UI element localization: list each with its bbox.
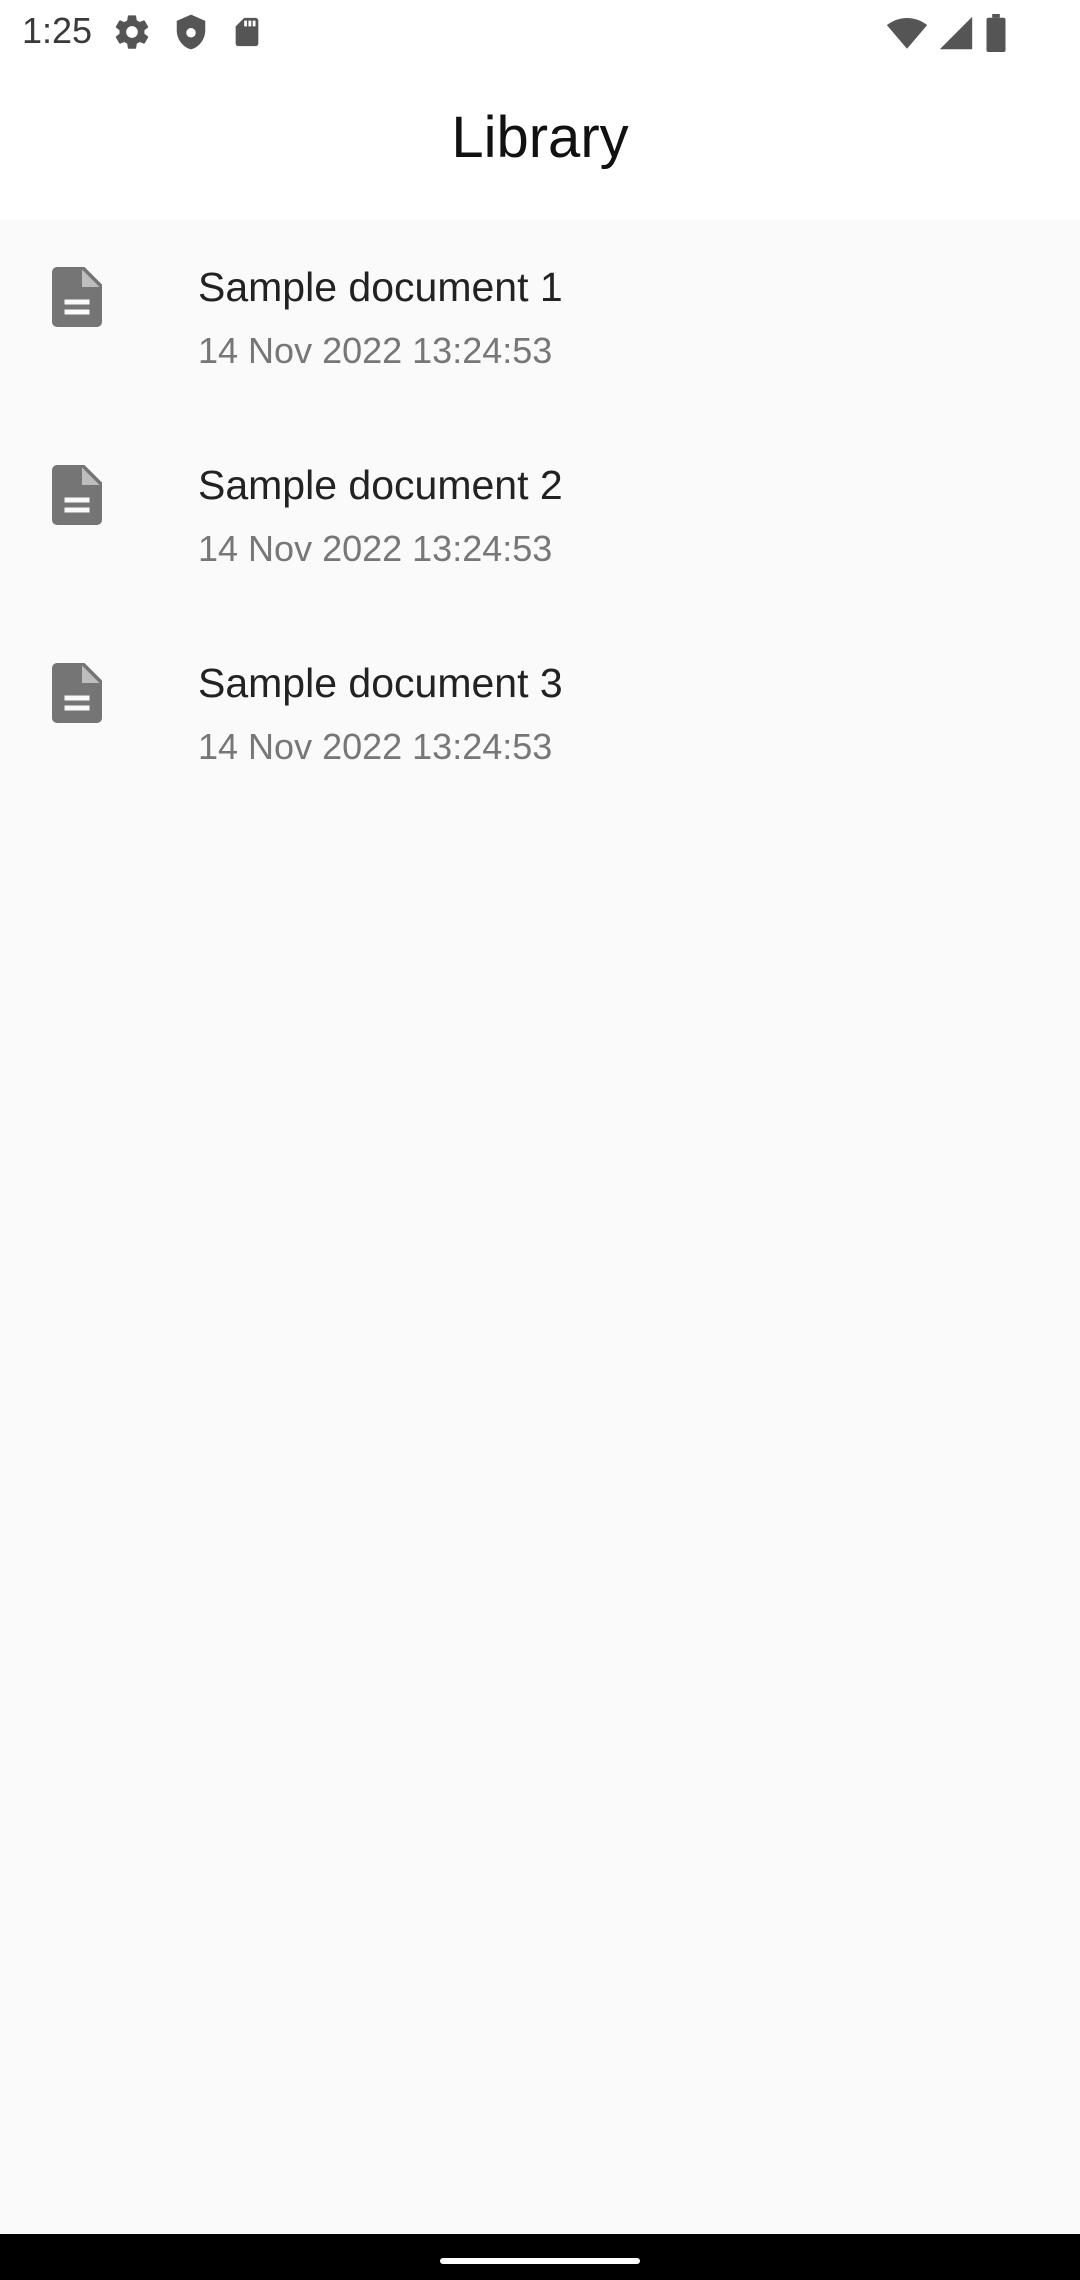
document-title: Sample document 2 [198, 462, 563, 508]
document-title: Sample document 3 [198, 660, 563, 706]
document-list: Sample document 1 14 Nov 2022 13:24:53 S… [0, 220, 1080, 814]
page-title: Library [451, 105, 629, 170]
wifi-icon [886, 17, 928, 49]
document-date: 14 Nov 2022 13:24:53 [198, 330, 553, 371]
navigation-bar [0, 2234, 1080, 2280]
document-icon [52, 267, 102, 327]
document-date: 14 Nov 2022 13:24:53 [198, 726, 553, 767]
home-gesture-handle[interactable] [440, 2258, 640, 2264]
status-left-icons [112, 12, 264, 52]
list-item[interactable]: Sample document 2 14 Nov 2022 13:24:53 [0, 418, 1080, 616]
sd-card-icon [235, 17, 259, 47]
battery-icon [986, 14, 1006, 52]
status-time: 1:25 [22, 10, 93, 51]
document-date: 14 Nov 2022 13:24:53 [198, 528, 553, 569]
list-item[interactable]: Sample document 3 14 Nov 2022 13:24:53 [0, 616, 1080, 814]
shield-icon [176, 14, 206, 50]
document-icon [52, 663, 102, 723]
status-bar: 1:25 [0, 0, 1080, 66]
status-right-icons [886, 14, 1008, 52]
app-bar: Library [0, 66, 1080, 220]
document-icon [52, 465, 102, 525]
signal-icon [939, 16, 973, 50]
document-title: Sample document 1 [198, 264, 563, 310]
list-item[interactable]: Sample document 1 14 Nov 2022 13:24:53 [0, 220, 1080, 418]
settings-icon [115, 15, 149, 49]
